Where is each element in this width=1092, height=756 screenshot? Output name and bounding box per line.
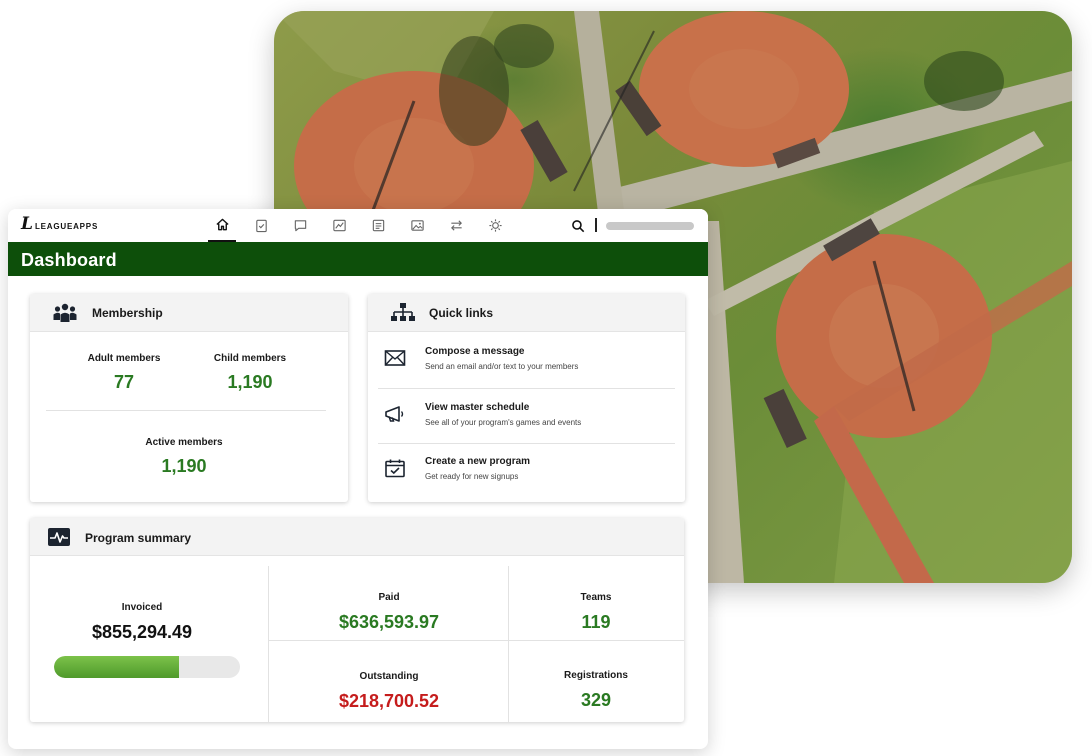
nav-documents[interactable] <box>364 209 392 242</box>
adult-members-value: 77 <box>113 372 135 392</box>
outstanding-label: Outstanding <box>359 671 419 682</box>
payment-progress-bar <box>54 656 240 678</box>
envelope-icon <box>384 350 406 366</box>
dashboard-window: L LEAGUEAPPS Dashboard Membership Adult … <box>8 209 708 749</box>
invoiced-label: Invoiced <box>121 602 163 613</box>
quick-links-panel: Quick links Compose a message Send an em… <box>368 294 685 502</box>
invoiced-value: $855,294.49 <box>91 622 193 642</box>
nav-home[interactable] <box>208 209 236 242</box>
megaphone-icon <box>385 406 404 422</box>
calendar-check-icon <box>385 459 405 478</box>
quick-links-divider <box>378 388 675 389</box>
quick-link-new-program[interactable]: Create a new program Get ready for new s… <box>384 456 674 502</box>
nav-divider <box>595 218 597 232</box>
search-icon[interactable] <box>571 219 585 233</box>
user-menu[interactable] <box>606 222 694 230</box>
clipboard-check-icon <box>255 219 267 233</box>
home-icon <box>215 218 229 231</box>
summary-divider <box>269 640 684 641</box>
quick-links-title: Quick links <box>429 306 494 320</box>
summary-divider <box>508 566 509 722</box>
gear-icon <box>488 219 502 232</box>
logo-mark: L <box>21 214 33 234</box>
child-members-label: Child members <box>213 353 287 364</box>
payment-progress-fill <box>54 656 179 678</box>
child-members-value: 1,190 <box>227 372 273 392</box>
nav-settings[interactable] <box>481 209 509 242</box>
chat-bubble-icon <box>294 220 306 232</box>
nav-messages[interactable] <box>286 209 314 242</box>
quick-link-subtitle: See all of your program's games and even… <box>425 418 582 427</box>
nav-reports[interactable] <box>325 209 353 242</box>
paid-label: Paid <box>378 592 400 603</box>
registrations-label: Registrations <box>564 670 628 681</box>
swap-arrows-icon <box>450 220 462 231</box>
nav-media[interactable] <box>403 209 431 242</box>
quick-link-compose-message[interactable]: Compose a message Send an email and/or t… <box>384 346 674 392</box>
quick-links-divider <box>378 443 675 444</box>
page-header: Dashboard <box>8 242 708 276</box>
membership-panel: Membership Adult members 77 Child member… <box>30 294 348 502</box>
document-list-icon <box>372 219 384 232</box>
page-title: Dashboard <box>21 250 117 270</box>
active-members-label: Active members <box>145 437 223 448</box>
top-navigation-bar: L LEAGUEAPPS <box>8 209 708 242</box>
registrations-value: 329 <box>580 690 612 710</box>
adult-members-label: Adult members <box>87 353 161 364</box>
summary-divider <box>268 566 269 722</box>
nav-registrations[interactable] <box>247 209 275 242</box>
outstanding-value: $218,700.52 <box>338 691 440 711</box>
quick-link-subtitle: Send an email and/or text to your member… <box>425 362 579 371</box>
chart-line-icon <box>332 219 346 232</box>
quick-link-master-schedule[interactable]: View master schedule See all of your pro… <box>384 402 674 448</box>
quick-link-title: Create a new program <box>425 456 531 467</box>
quick-links-panel-header: Quick links <box>368 294 685 332</box>
active-members-value: 1,190 <box>161 456 207 476</box>
teams-label: Teams <box>580 592 612 603</box>
activity-monitor-icon <box>48 528 70 546</box>
quick-link-subtitle: Get ready for new signups <box>425 472 519 481</box>
program-summary-panel: Program summary Invoiced $855,294.49 Pai… <box>30 518 684 722</box>
quick-link-title: Compose a message <box>425 346 525 357</box>
nav-transfers[interactable] <box>442 209 470 242</box>
program-summary-panel-header: Program summary <box>30 518 684 556</box>
membership-panel-header: Membership <box>30 294 348 332</box>
leagueapps-logo[interactable]: L LEAGUEAPPS <box>21 216 98 233</box>
sitemap-icon <box>391 303 415 321</box>
image-icon <box>410 220 424 231</box>
program-summary-title: Program summary <box>85 531 192 545</box>
membership-divider <box>46 410 326 411</box>
paid-value: $636,593.97 <box>338 612 440 632</box>
logo-text: LEAGUEAPPS <box>34 221 99 231</box>
group-people-icon <box>53 303 77 322</box>
main-nav <box>208 209 509 242</box>
teams-value: 119 <box>581 612 611 632</box>
membership-title: Membership <box>92 306 163 320</box>
quick-link-title: View master schedule <box>425 402 530 413</box>
